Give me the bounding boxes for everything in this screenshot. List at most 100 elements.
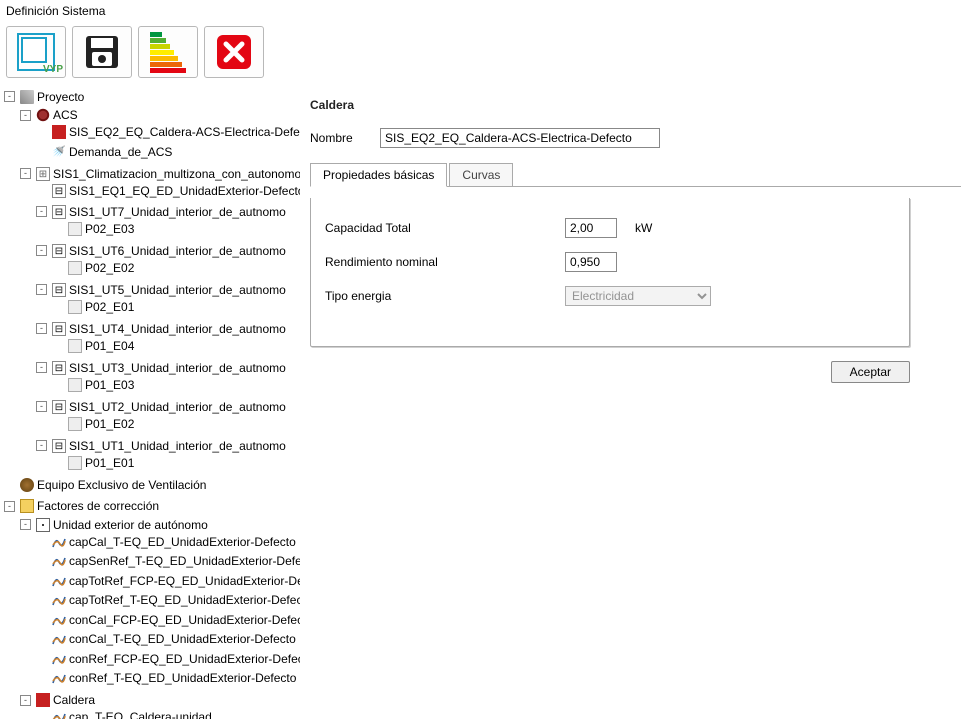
tree-unit[interactable]: -SIS1_UT5_Unidad_interior_de_autnomo — [36, 282, 286, 298]
energy-type-select[interactable]: Electricidad — [565, 286, 711, 306]
tree-expander[interactable]: - — [36, 284, 47, 295]
unit-icon — [52, 439, 66, 453]
tree-expander[interactable]: - — [36, 245, 47, 256]
tree-curve[interactable]: capCal_T-EQ_ED_UnidadExterior-Defecto — [36, 534, 296, 550]
tree-spacer — [36, 673, 47, 684]
curve-icon — [52, 652, 66, 666]
curve-icon — [52, 632, 66, 646]
tab-curves[interactable]: Curvas — [449, 163, 513, 187]
tree-label: P01_E04 — [85, 338, 134, 354]
tree-expander[interactable]: - — [4, 501, 15, 512]
tree-zone[interactable]: P01_E01 — [52, 455, 134, 471]
item-icon — [68, 378, 82, 392]
name-label: Nombre — [310, 131, 370, 145]
tree-label: SIS1_UT1_Unidad_interior_de_autnomo — [69, 438, 286, 454]
pdf-icon — [52, 125, 66, 139]
tree-spacer — [52, 301, 63, 312]
tree-item[interactable]: SIS1_EQ1_EQ_ED_UnidadExterior-Defecto — [36, 183, 300, 199]
shower-icon — [52, 145, 66, 159]
tree-curve[interactable]: conCal_FCP-EQ_ED_UnidadExterior-Defecto — [36, 612, 300, 628]
tree-caldera[interactable]: -Caldera — [20, 692, 95, 708]
tree-expander[interactable]: - — [20, 168, 31, 179]
window-title: Definición Sistema — [0, 0, 975, 22]
tree-expander[interactable]: - — [36, 401, 47, 412]
close-button[interactable] — [204, 26, 264, 78]
tree-curve[interactable]: conRef_T-EQ_ED_UnidadExterior-Defecto — [36, 670, 296, 686]
tree-spacer — [36, 614, 47, 625]
vyp-button[interactable]: VYP — [6, 26, 66, 78]
tree-factor[interactable]: - Factores de corrección — [4, 498, 159, 514]
tree-spacer — [36, 712, 47, 719]
tree-sis1[interactable]: - SIS1_Climatizacion_multizona_con_autono… — [20, 166, 300, 182]
tree-expander[interactable]: - — [36, 362, 47, 373]
tree-expander[interactable]: - — [20, 110, 31, 121]
tree-curve[interactable]: cap_T-EQ_Caldera-unidad — [36, 709, 212, 719]
tree-label: Demanda_de_ACS — [69, 144, 172, 160]
tree-expander[interactable]: - — [36, 440, 47, 451]
unit-icon — [52, 184, 66, 198]
tree-zone[interactable]: P01_E03 — [52, 377, 134, 393]
tree-spacer — [52, 379, 63, 390]
tree-root[interactable]: -Proyecto — [4, 89, 84, 105]
tree-panel[interactable]: -Proyecto-ACSSIS_EQ2_EQ_Caldera-ACS-Elec… — [0, 84, 300, 719]
tree-zone[interactable]: P01_E04 — [52, 338, 134, 354]
syslink-icon — [36, 167, 50, 181]
tree-spacer — [36, 146, 47, 157]
tree-label: capCal_T-EQ_ED_UnidadExterior-Defecto — [69, 534, 296, 550]
capacity-input[interactable] — [565, 218, 617, 238]
unit-icon — [52, 400, 66, 414]
tree-vent[interactable]: Equipo Exclusivo de Ventilación — [4, 477, 206, 493]
tree-label: Factores de corrección — [37, 498, 159, 514]
tree-spacer — [36, 556, 47, 567]
tree-zone[interactable]: P02_E03 — [52, 221, 134, 237]
tree-unit[interactable]: - SIS1_UT7_Unidad_interior_de_autnomo — [36, 204, 286, 220]
tree-curve[interactable]: capTotRef_T-EQ_ED_UnidadExterior-Defecto — [36, 592, 300, 608]
save-button[interactable] — [72, 26, 132, 78]
tree-item[interactable]: Demanda_de_ACS — [36, 144, 172, 160]
form-panel: Caldera Nombre Propiedades básicas Curva… — [300, 84, 975, 719]
item-icon — [68, 339, 82, 353]
unit-icon — [52, 205, 66, 219]
tree-unit[interactable]: -SIS1_UT3_Unidad_interior_de_autnomo — [36, 360, 286, 376]
tree-label: conCal_T-EQ_ED_UnidadExterior-Defecto — [69, 631, 296, 647]
tree-label: ACS — [53, 107, 78, 123]
gear-icon — [36, 108, 50, 122]
name-input[interactable] — [380, 128, 660, 148]
tree-zone[interactable]: P01_E02 — [52, 416, 134, 432]
tree-label: SIS1_EQ1_EQ_ED_UnidadExterior-Defecto — [69, 183, 300, 199]
energy-rating-button[interactable] — [138, 26, 198, 78]
tree-unit[interactable]: -SIS1_UT4_Unidad_interior_de_autnomo — [36, 321, 286, 337]
tree-unit[interactable]: -SIS1_UT2_Unidad_interior_de_autnomo — [36, 399, 286, 415]
tree-expander[interactable]: - — [4, 91, 15, 102]
item-icon — [68, 417, 82, 431]
tree-curve[interactable]: capSenRef_T-EQ_ED_UnidadExterior-Defecto — [36, 553, 300, 569]
tab-body-basic: Capacidad Total kW Rendimiento nominal T… — [310, 198, 910, 347]
tree-expander[interactable]: - — [36, 323, 47, 334]
tree-curve[interactable]: conCal_T-EQ_ED_UnidadExterior-Defecto — [36, 631, 296, 647]
efficiency-input[interactable] — [565, 252, 617, 272]
tree-curve[interactable]: capTotRef_FCP-EQ_ED_UnidadExterior-Defec — [36, 573, 300, 589]
tree-zone[interactable]: P02_E02 — [52, 260, 134, 276]
accept-button[interactable]: Aceptar — [831, 361, 910, 383]
tree-label: capSenRef_T-EQ_ED_UnidadExterior-Defecto — [69, 553, 300, 569]
tree-zone[interactable]: P02_E01 — [52, 299, 134, 315]
tree-spacer — [36, 575, 47, 586]
tab-basic[interactable]: Propiedades básicas — [310, 163, 447, 187]
tree-label: P01_E02 — [85, 416, 134, 432]
tree-expander[interactable]: - — [20, 519, 31, 530]
curve-icon — [52, 535, 66, 549]
tree-unit[interactable]: - SIS1_UT1_Unidad_interior_de_autnomo — [36, 438, 286, 454]
vyp-label: VYP — [43, 64, 63, 75]
tree-label: capTotRef_T-EQ_ED_UnidadExterior-Defecto — [69, 592, 300, 608]
efficiency-label: Rendimiento nominal — [325, 255, 565, 269]
tree-label: SIS1_Climatizacion_multizona_con_autonom… — [53, 166, 300, 182]
tree-unit[interactable]: -SIS1_UT6_Unidad_interior_de_autnomo — [36, 243, 286, 259]
tree-spacer — [52, 223, 63, 234]
tree-item[interactable]: SIS_EQ2_EQ_Caldera-ACS-Electrica-Defecto — [36, 124, 300, 140]
tree-expander[interactable]: - — [36, 206, 47, 217]
tree-uext[interactable]: -Unidad exterior de autónomo — [20, 517, 208, 533]
tree-expander[interactable]: - — [20, 695, 31, 706]
tree-curve[interactable]: conRef_FCP-EQ_ED_UnidadExterior-Defecto — [36, 651, 300, 667]
tree-acs[interactable]: - ACS — [20, 107, 78, 123]
tree-label: SIS1_UT7_Unidad_interior_de_autnomo — [69, 204, 286, 220]
